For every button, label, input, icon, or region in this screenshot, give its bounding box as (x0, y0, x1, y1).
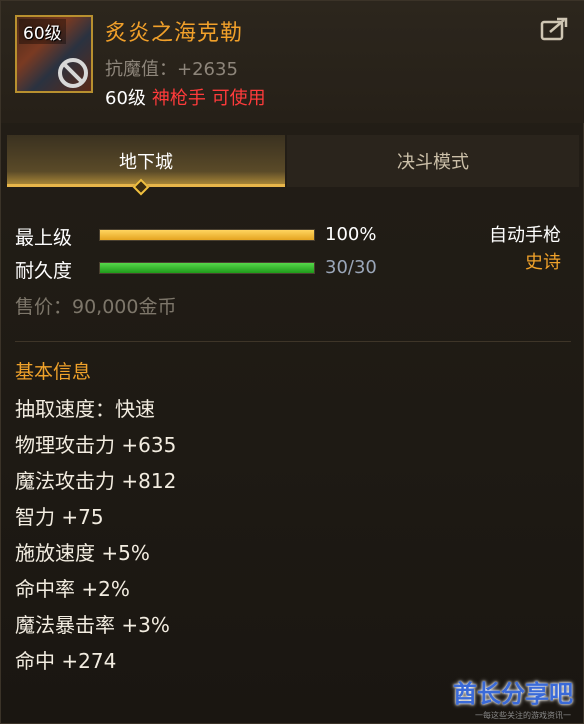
tab-duel-mode[interactable]: 决斗模式 (287, 135, 579, 187)
required-class: 神枪手 可使用 (151, 88, 266, 109)
durability-value: 30/30 (325, 257, 377, 278)
item-level-tag: 60级 (19, 19, 66, 44)
attribute-magic-attack: 魔法攻击力 +812 (15, 469, 177, 493)
durability-bar (99, 262, 315, 274)
watermark-logo: 酋长分享吧 (453, 680, 573, 708)
item-requirement: 60级 神枪手 可使用 (105, 84, 266, 110)
attribute-intelligence: 智力 +75 (15, 505, 104, 529)
share-button[interactable] (539, 15, 571, 43)
watermark-subtitle: 一每这些关注的游戏资讯一 (475, 711, 571, 720)
weapon-type: 自动手枪 (489, 225, 561, 246)
required-level: 60级 (105, 88, 146, 109)
durability-label: 耐久度 (15, 260, 73, 282)
item-tooltip-panel: 60级 炙炎之海克勒 抗魔值：+2635 60级 神枪手 可使用 地下城 决斗模式… (0, 0, 584, 724)
item-name: 炙炎之海克勒 (105, 21, 244, 46)
share-export-icon (540, 17, 568, 41)
forbidden-icon (58, 58, 88, 88)
upgrade-bar (99, 229, 315, 241)
item-header: 60级 炙炎之海克勒 抗魔值：+2635 60级 神枪手 可使用 (1, 1, 584, 123)
section-divider (15, 341, 571, 342)
attribute-magic-crit-rate: 魔法暴击率 +3% (15, 613, 170, 637)
attribute-cast-speed: 施放速度 +5% (15, 541, 150, 565)
basic-info-title: 基本信息 (15, 361, 92, 383)
upgrade-value: 100% (325, 224, 377, 245)
attribute-list: 抽取速度：快速 物理攻击力 +635 魔法攻击力 +812 智力 +75 施放速… (15, 395, 176, 683)
durability-bar-fill (100, 263, 314, 273)
upgrade-label: 最上级 (15, 227, 73, 249)
attribute-hit-rate: 命中率 +2% (15, 577, 130, 601)
attribute-draw-speed: 抽取速度：快速 (15, 397, 155, 421)
mode-tabs: 地下城 决斗模式 (7, 135, 579, 187)
rarity-label: 史诗 (525, 252, 561, 273)
item-stat-line: 抗魔值：+2635 (105, 59, 238, 80)
tab-dungeon[interactable]: 地下城 (7, 135, 285, 187)
attribute-hit: 命中 +274 (15, 649, 117, 673)
attribute-physical-attack: 物理攻击力 +635 (15, 433, 177, 457)
upgrade-bar-fill (100, 230, 314, 240)
item-icon: 60级 (15, 15, 93, 93)
sell-price: 售价：90,000金币 (15, 296, 177, 318)
